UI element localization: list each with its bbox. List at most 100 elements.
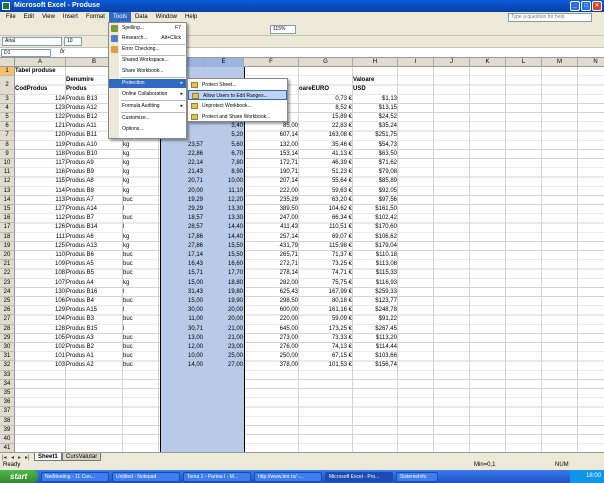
row-header-17[interactable]: 17 (0, 223, 15, 233)
row-header-32[interactable]: 32 (0, 361, 15, 371)
row-header-19[interactable]: 19 (0, 241, 15, 251)
column-header-j[interactable]: J (434, 58, 470, 67)
row-header-38[interactable]: 38 (0, 416, 15, 426)
row-header-6[interactable]: 6 (0, 122, 15, 132)
menu-item-customize[interactable]: Customize... (109, 114, 186, 123)
row-header-18[interactable]: 18 (0, 232, 15, 242)
name-box[interactable]: D1 (1, 49, 51, 57)
row-header-16[interactable]: 16 (0, 214, 15, 224)
menu-view[interactable]: View (38, 12, 59, 23)
menu-item-error-checking[interactable]: Error Checking... (109, 45, 186, 54)
menu-item-protection[interactable]: Protection ▸ (109, 79, 186, 88)
cell-value: 20,00 (187, 187, 203, 194)
row-header-34[interactable]: 34 (0, 379, 15, 389)
menu-item-allow-edit-ranges[interactable]: Allow Users to Edit Ranges... (188, 90, 287, 100)
menu-edit[interactable]: Edit (20, 12, 38, 23)
row-header-40[interactable]: 40 (0, 435, 15, 445)
task-excel[interactable]: Microsoft Excel - Pro... (325, 471, 393, 482)
row-header-41[interactable]: 41 (0, 444, 15, 452)
row-header-20[interactable]: 20 (0, 251, 15, 261)
row-header-33[interactable]: 33 (0, 370, 15, 380)
menu-item-online-collaboration[interactable]: Online Collaboration ▸ (109, 90, 186, 99)
tab-cursvalutar[interactable]: CursValutar (62, 453, 102, 461)
menu-item-protect-sheet[interactable]: Protect Sheet... (188, 80, 287, 90)
menu-item-spelling[interactable]: Spelling... F7 (109, 24, 186, 33)
row-header-3[interactable]: 3 (0, 94, 15, 104)
ask-question-input[interactable]: Type a question for help (508, 13, 592, 22)
row-header-24[interactable]: 24 (0, 287, 15, 297)
tab-nav-first-icon[interactable]: |◂ (2, 454, 7, 461)
row-header-35[interactable]: 35 (0, 389, 15, 399)
column-header-n[interactable]: N (578, 58, 604, 67)
tab-nav-prev-icon[interactable]: ◂ (11, 454, 14, 461)
task-sistemeinfo[interactable]: SistemeInfo (396, 471, 438, 482)
row-header-25[interactable]: 25 (0, 297, 15, 307)
row-header-29[interactable]: 29 (0, 333, 15, 343)
tab-nav-next-icon[interactable]: ▸ (18, 454, 21, 461)
tab-nav-last-icon[interactable]: ▸| (25, 454, 30, 461)
menu-item-unprotect-workbook[interactable]: Unprotect Workbook... (188, 101, 287, 111)
row-header-11[interactable]: 11 (0, 168, 15, 178)
task-bnr[interactable]: http://www.bnr.ro/ -... (254, 471, 322, 482)
row-header-23[interactable]: 23 (0, 278, 15, 288)
column-header-e[interactable]: E (204, 58, 244, 67)
task-tema[interactable]: Tema 1 - Partea I - M... (183, 471, 251, 482)
zoom-combo[interactable]: 115% (270, 25, 296, 34)
menu-item-research[interactable]: Research... Alt+Click (109, 34, 186, 43)
column-header-g[interactable]: G (299, 58, 353, 67)
cell-value: $110,18 (375, 252, 397, 258)
row-header-1[interactable]: 1 (0, 67, 15, 77)
row-header-14[interactable]: 14 (0, 195, 15, 205)
cell-value: 105 (54, 334, 65, 341)
fx-icon[interactable]: fx (60, 49, 65, 55)
row-header-7[interactable]: 7 (0, 131, 15, 141)
row-header-12[interactable]: 12 (0, 177, 15, 187)
menu-item-formula-auditing[interactable]: Formula Auditing ▸ (109, 102, 186, 111)
row-header-5[interactable]: 5 (0, 113, 15, 123)
column-header-f[interactable]: F (244, 58, 299, 67)
cell-value: 8,52 € (335, 104, 352, 111)
minimize-button[interactable]: _ (570, 1, 580, 11)
row-header-10[interactable]: 10 (0, 159, 15, 169)
row-header-15[interactable]: 15 (0, 205, 15, 215)
maximize-button[interactable]: □ (581, 1, 591, 11)
font-name-combo[interactable]: Arial (2, 37, 62, 46)
row-header-8[interactable]: 8 (0, 140, 15, 150)
row-header-37[interactable]: 37 (0, 407, 15, 417)
cell-value: 130 (54, 288, 65, 295)
column-header-i[interactable]: I (398, 58, 434, 67)
menu-file[interactable]: File (2, 12, 20, 23)
worksheet-grid[interactable]: ABCDEFGHIJKLMNO 123456789101112131415161… (0, 58, 604, 452)
row-header-28[interactable]: 28 (0, 324, 15, 334)
select-all-corner[interactable] (0, 58, 15, 67)
row-header-27[interactable]: 27 (0, 315, 15, 325)
row-header-4[interactable]: 4 (0, 103, 15, 113)
menu-insert[interactable]: Insert (59, 12, 82, 23)
column-header-h[interactable]: H (353, 58, 398, 67)
menu-item-options[interactable]: Options... (109, 125, 186, 134)
menu-item-shared-workspace[interactable]: Shared Workspace... (109, 56, 186, 65)
row-header-30[interactable]: 30 (0, 343, 15, 353)
close-button[interactable]: × (592, 1, 602, 11)
column-header-k[interactable]: K (470, 58, 506, 67)
row-header-2[interactable]: 2 (0, 76, 15, 95)
row-header-13[interactable]: 13 (0, 186, 15, 196)
task-netmeeting[interactable]: NetMeeting - 11 Con... (41, 471, 109, 482)
menu-format[interactable]: Format (82, 12, 109, 23)
start-button[interactable]: start (0, 470, 38, 483)
row-header-31[interactable]: 31 (0, 352, 15, 362)
row-header-39[interactable]: 39 (0, 425, 15, 435)
column-header-m[interactable]: M (542, 58, 578, 67)
row-header-36[interactable]: 36 (0, 398, 15, 408)
row-header-26[interactable]: 26 (0, 306, 15, 316)
tab-sheet1[interactable]: Sheet1 (34, 453, 62, 461)
menu-item-protect-share-workbook[interactable]: Protect and Share Workbook... (188, 112, 287, 122)
row-header-9[interactable]: 9 (0, 149, 15, 159)
column-header-a[interactable]: A (15, 58, 66, 67)
row-header-22[interactable]: 22 (0, 269, 15, 279)
column-header-l[interactable]: L (506, 58, 542, 67)
menu-item-share-workbook[interactable]: Share Workbook... (109, 67, 186, 76)
task-notepad[interactable]: Untitled - Notepad (112, 471, 180, 482)
font-size-combo[interactable]: 10 (64, 37, 82, 46)
row-header-21[interactable]: 21 (0, 260, 15, 270)
